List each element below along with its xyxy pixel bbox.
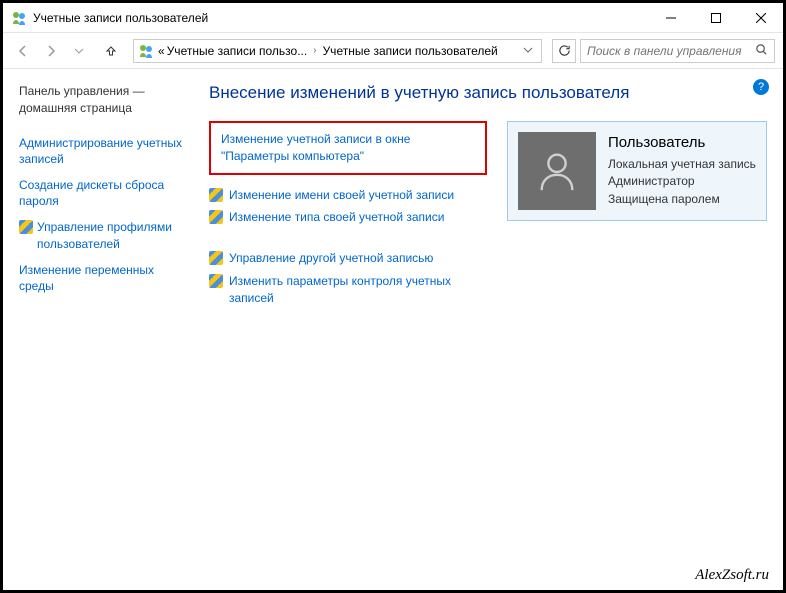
breadcrumb[interactable]: « Учетные записи пользо... › Учетные зап… (133, 39, 542, 63)
search-icon[interactable] (755, 43, 768, 59)
search-input[interactable] (587, 44, 755, 58)
window-controls (648, 3, 783, 32)
navbar: « Учетные записи пользо... › Учетные зап… (3, 33, 783, 69)
refresh-button[interactable] (552, 39, 576, 63)
sidebar-item-env-vars[interactable]: Изменение переменных среды (19, 262, 187, 294)
links-column: Изменение учетной записи в окне "Парамет… (209, 121, 487, 331)
highlighted-box: Изменение учетной записи в окне "Парамет… (209, 121, 487, 175)
user-name: Пользователь (608, 132, 756, 154)
back-button (11, 39, 35, 63)
user-column: Пользователь Локальная учетная запись Ад… (507, 121, 767, 331)
close-button[interactable] (738, 3, 783, 32)
sidebar-item-manage-profiles[interactable]: Управление профилями пользователей (19, 219, 187, 251)
link-uac-settings[interactable]: Изменить параметры контроля учетных запи… (209, 273, 487, 307)
user-accounts-icon (138, 43, 154, 59)
search-box[interactable] (580, 39, 775, 63)
user-protection: Защищена паролем (608, 191, 756, 208)
sidebar: Панель управления — домашняя страница Ад… (3, 69, 203, 590)
main-panel: ? Внесение изменений в учетную запись по… (203, 69, 783, 590)
forward-button (39, 39, 63, 63)
link-change-in-settings[interactable]: Изменение учетной записи в окне "Парамет… (221, 131, 475, 165)
user-accounts-icon (11, 10, 27, 26)
user-account-type: Локальная учетная запись (608, 156, 756, 173)
avatar (518, 132, 596, 210)
help-icon[interactable]: ? (753, 79, 769, 95)
breadcrumb-prefix: « (158, 44, 165, 58)
watermark: AlexZsoft.ru (695, 567, 769, 584)
link-manage-other[interactable]: Управление другой учетной записью (209, 250, 487, 267)
window-title: Учетные записи пользователей (33, 11, 648, 25)
breadcrumb-item[interactable]: Учетные записи пользо... (167, 44, 308, 58)
control-panel-home-link[interactable]: Панель управления — домашняя страница (19, 83, 187, 117)
user-silhouette-icon (534, 148, 580, 194)
page-heading: Внесение изменений в учетную запись поль… (209, 83, 767, 103)
sidebar-item-manage-accounts[interactable]: Администрирование учетных записей (19, 135, 187, 167)
maximize-button[interactable] (693, 3, 738, 32)
link-change-name[interactable]: Изменение имени своей учетной записи (209, 187, 487, 204)
up-button[interactable] (99, 39, 123, 63)
user-info: Пользователь Локальная учетная запись Ад… (608, 132, 756, 208)
content: Панель управления — домашняя страница Ад… (3, 69, 783, 590)
link-change-type[interactable]: Изменение типа своей учетной записи (209, 209, 487, 226)
chevron-right-icon: › (309, 45, 320, 56)
user-card: Пользователь Локальная учетная запись Ад… (507, 121, 767, 221)
sidebar-item-password-reset-disk[interactable]: Создание дискеты сброса пароля (19, 177, 187, 209)
breadcrumb-item[interactable]: Учетные записи пользователей (323, 44, 498, 58)
titlebar: Учетные записи пользователей (3, 3, 783, 33)
history-dropdown[interactable] (67, 39, 91, 63)
user-role: Администратор (608, 173, 756, 190)
chevron-down-icon[interactable] (519, 44, 537, 58)
minimize-button[interactable] (648, 3, 693, 32)
